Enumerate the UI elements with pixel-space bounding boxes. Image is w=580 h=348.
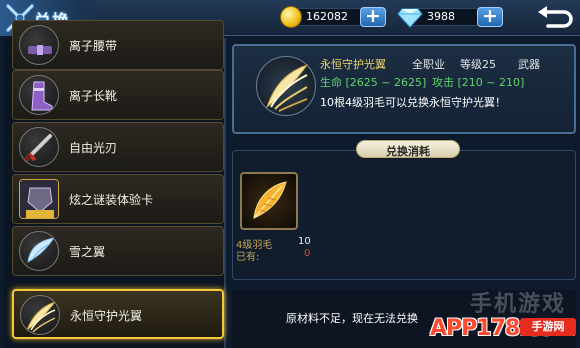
add-diamond-label: +: [482, 5, 498, 27]
golden-feather-icon: [253, 181, 287, 219]
list-item-label: 雪之翼: [69, 245, 106, 259]
armor-card-icon: [19, 179, 59, 219]
material-required-count: 10: [298, 236, 311, 247]
list-item-boots[interactable]: 离子长靴: [12, 70, 224, 120]
belt-icon: [19, 25, 59, 65]
list-item-snow-wing[interactable]: 雪之翼: [12, 226, 224, 276]
eternal-wing-detail-icon: [256, 56, 316, 116]
item-description: 10根4级羽毛可以兑换永恒守护光翼！: [320, 96, 506, 109]
exchange-item-list[interactable]: 离子腰带 离子长靴 自由光刃 炫之谜装体验卡 雪之翼 永恒守护光翼: [4, 20, 226, 348]
gold-coin-icon: [280, 6, 302, 28]
item-name: 永恒守护光翼: [320, 58, 386, 71]
light-blade-icon: [19, 127, 59, 167]
item-job: 全职业: [412, 58, 445, 71]
boots-icon: [19, 75, 59, 115]
list-item-light-blade[interactable]: 自由光刃: [12, 122, 224, 172]
list-item-label: 永恒守护光翼: [70, 309, 143, 323]
list-item-belt[interactable]: 离子腰带: [12, 20, 224, 70]
add-gold-label: +: [365, 5, 381, 27]
add-gold-button[interactable]: +: [360, 5, 386, 27]
gold-amount: 162082: [306, 10, 348, 23]
list-item-eternal-wing[interactable]: 永恒守护光翼: [12, 289, 224, 339]
list-item-label: 离子长靴: [69, 89, 118, 103]
exchange-cost-title: 兑换消耗: [386, 145, 430, 158]
list-item-label: 炫之谜装体验卡: [69, 193, 154, 207]
add-diamond-button[interactable]: +: [477, 5, 503, 27]
material-owned-label: 已有:: [236, 252, 260, 263]
item-attack-stat: 攻击 [210 ~ 210]: [432, 76, 525, 89]
exchange-cost-tab: 兑换消耗: [356, 140, 460, 158]
list-item-label: 离子腰带: [69, 39, 118, 53]
status-message: 原材料不足，现在无法兑换: [286, 312, 418, 325]
material-owned-count: 0: [304, 248, 311, 259]
watermark-sub: 手游网: [520, 318, 576, 336]
item-hp-stat: 生命 [2625 ~ 2625]: [320, 76, 427, 89]
diamond-icon: [397, 8, 423, 28]
item-detail-panel: 永恒守护光翼 全职业 等级25 武器 生命 [2625 ~ 2625] 攻击 […: [232, 44, 576, 134]
return-arrow-icon[interactable]: [534, 2, 576, 32]
snow-wing-icon: [19, 231, 59, 271]
watermark-cn: 手机游戏: [470, 292, 567, 317]
list-item-label: 自由光刃: [69, 141, 118, 155]
eternal-wing-icon: [20, 295, 60, 335]
item-type: 武器: [518, 58, 540, 71]
feather-material-slot[interactable]: [240, 172, 298, 230]
diamond-amount: 3988: [427, 10, 455, 23]
item-level: 等级25: [460, 58, 496, 71]
list-item-armor-card[interactable]: 炫之谜装体验卡: [12, 174, 224, 224]
